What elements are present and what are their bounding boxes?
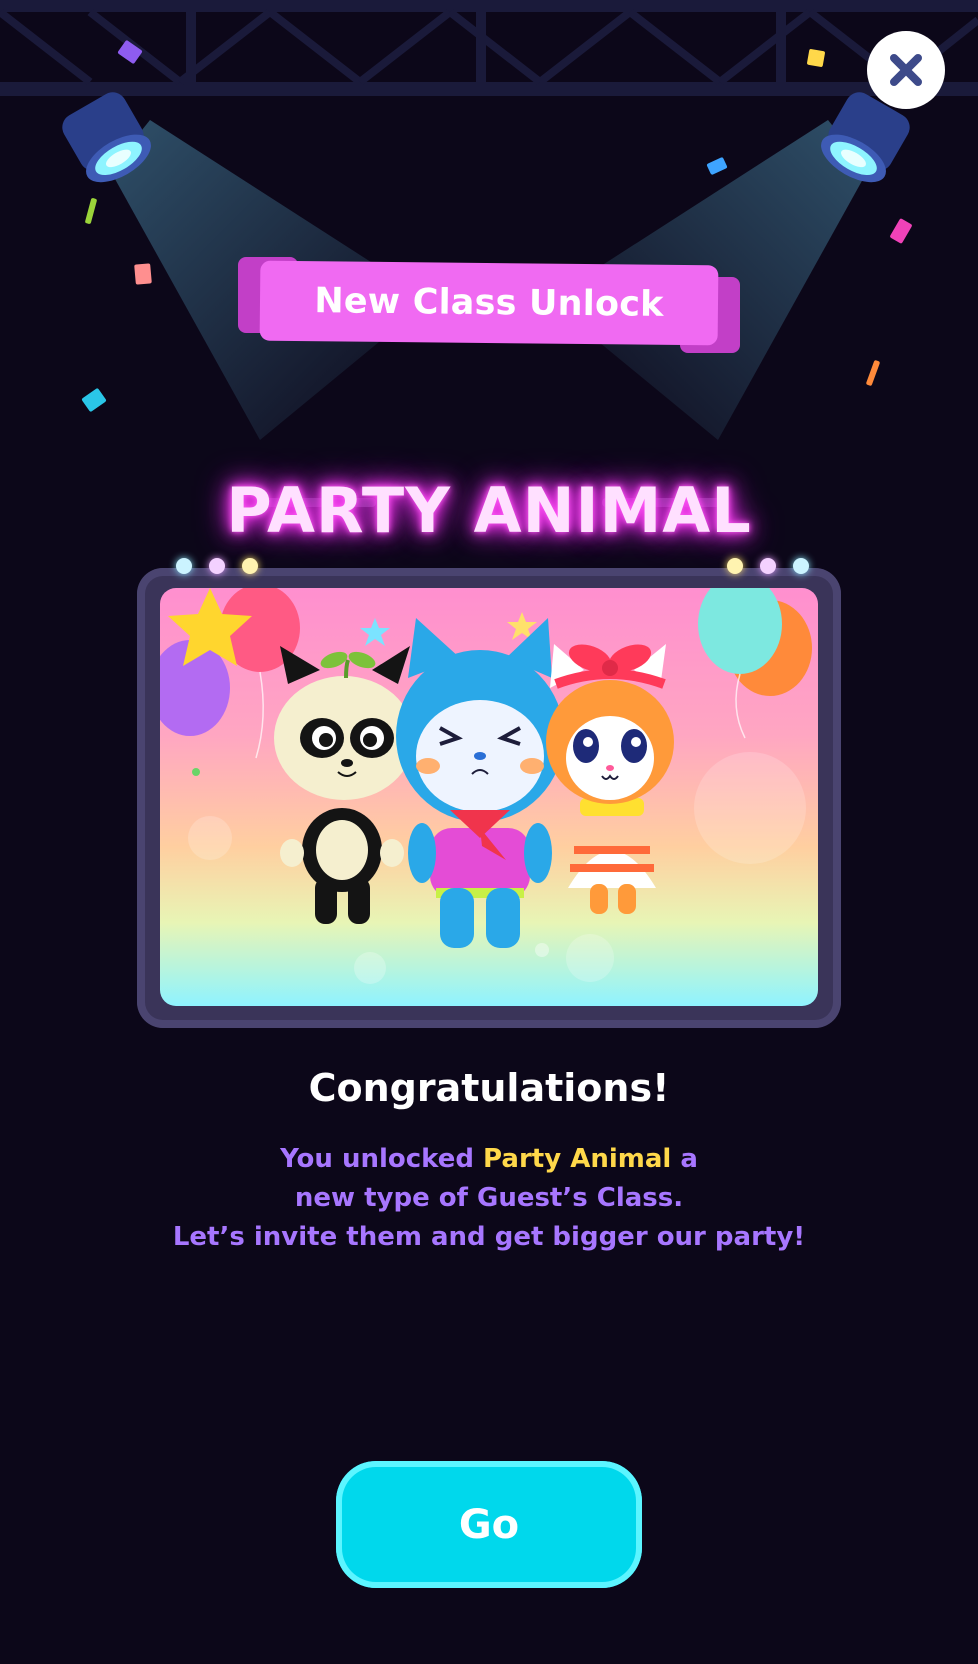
description-line-3: Let’s invite them and get bigger our par…: [172, 1222, 806, 1252]
description-line-1: You unlocked Party Animal a: [0, 1140, 978, 1179]
confetti-piece: [84, 197, 98, 225]
frame-bulb: [727, 558, 743, 574]
frame-bulb: [760, 558, 776, 574]
class-preview-image: [160, 588, 818, 1006]
orange-cat-character: [546, 644, 674, 914]
unlock-screen: New Class Unlock PARTY ANIMAL Congratula…: [0, 0, 978, 1664]
spotlight-left-icon: [62, 92, 151, 183]
go-button[interactable]: Go: [336, 1461, 642, 1588]
confetti-piece: [81, 387, 107, 413]
close-button[interactable]: [867, 31, 945, 109]
confetti-piece: [865, 359, 881, 387]
unlock-description: You unlocked Party Animal a new type of …: [0, 1140, 978, 1257]
blue-cat-character: [396, 618, 564, 948]
class-name-title: PARTY ANIMAL: [226, 474, 752, 547]
banner-label: New Class Unlock: [259, 260, 719, 346]
new-class-banner: New Class Unlock: [238, 255, 740, 355]
frame-bulb: [176, 558, 192, 574]
close-icon: [890, 54, 922, 86]
confetti-piece: [889, 217, 913, 245]
party-animal-characters: [160, 588, 812, 984]
congratulations-title: Congratulations!: [308, 1066, 670, 1110]
frame-bulb: [242, 558, 258, 574]
description-suffix: a: [671, 1144, 698, 1174]
description-prefix: You unlocked: [280, 1144, 484, 1174]
description-line-2: new type of Guest’s Class.: [294, 1183, 684, 1213]
class-name-highlight: Party Animal: [483, 1144, 672, 1174]
panda-character: [274, 646, 414, 924]
frame-bulb: [209, 558, 225, 574]
frame-bulb: [793, 558, 809, 574]
confetti-piece: [806, 48, 826, 68]
confetti-piece: [706, 156, 728, 176]
confetti-piece: [134, 263, 152, 285]
